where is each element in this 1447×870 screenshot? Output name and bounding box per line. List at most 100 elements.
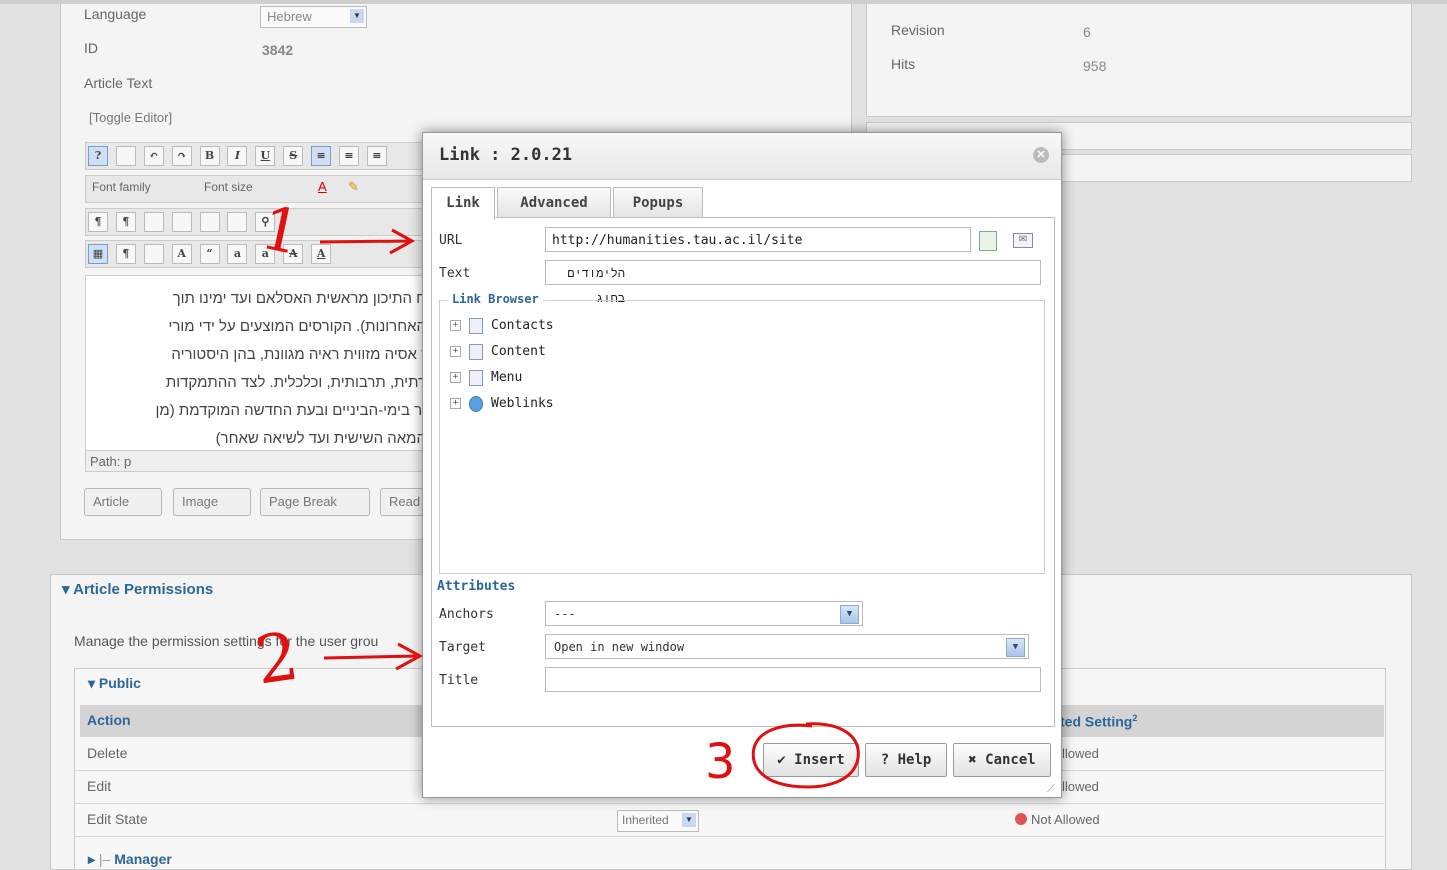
table-row [74, 803, 1384, 837]
expand-icon[interactable]: + [450, 346, 461, 357]
help-icon[interactable]: ? [88, 146, 108, 166]
annotation-circle [751, 722, 860, 789]
help-label: Help [897, 752, 932, 768]
style-icon[interactable]: A [171, 244, 192, 264]
editor-line-6: המאה השישית ועד לשיאה שאחר) [215, 430, 426, 447]
template-icon[interactable] [199, 212, 220, 232]
align-right-icon[interactable]: ≡ [366, 146, 387, 166]
cancel-button[interactable]: ✖ Cancel [953, 743, 1051, 777]
cite-icon[interactable]: “ [199, 244, 220, 264]
align-center-icon[interactable]: ≡ [339, 146, 360, 166]
new-doc-icon[interactable] [115, 146, 136, 166]
editor-line-3: ז אסיה מזווית ראיה מגוונת, בהן היסטוריה [171, 346, 426, 363]
contacts-icon [469, 317, 483, 334]
abbr-icon[interactable]: a [227, 244, 248, 264]
editor-body[interactable]: ח התיכון מראשית האסלאם ועד ימינו תוך האח… [85, 275, 427, 452]
attributes-label: Attributes [437, 579, 516, 594]
target-value: Open in new window [554, 640, 685, 654]
toggle-editor-link[interactable]: [Toggle Editor] [89, 110, 172, 125]
anchors-select[interactable]: --- ▼ [545, 601, 863, 626]
weblinks-icon [469, 395, 483, 412]
highlight-icon[interactable]: ✎ [348, 179, 359, 195]
tab-link[interactable]: Link [431, 187, 495, 220]
calc-delete: llowed [1062, 746, 1099, 761]
tab-popups[interactable]: Popups [613, 187, 703, 218]
tree-item-contacts[interactable]: + Contacts [450, 315, 554, 337]
public-toggle[interactable]: ▾ Public [88, 675, 141, 692]
anchors-label: Anchors [439, 607, 494, 622]
calculated-setting-header: ted Setting2 [1060, 713, 1137, 730]
calculated-setting-footnote: 2 [1132, 713, 1138, 723]
undo-icon[interactable]: ↶ [143, 146, 164, 166]
rtl-icon[interactable]: ¶ [115, 212, 136, 232]
edit-state-select-value: Inherited [622, 813, 669, 827]
id-label: ID [84, 40, 98, 56]
url-field[interactable]: http://humanities.tau.ac.il/site [545, 227, 971, 252]
image-icon[interactable] [143, 212, 164, 232]
article-info-panel [866, 0, 1412, 117]
tree-item-menu[interactable]: + Menu [450, 367, 522, 389]
ltr-icon[interactable]: ¶ [88, 212, 108, 232]
dialog-title: Link : 2.0.21 [439, 145, 573, 165]
annotation-arrow-2 [323, 642, 424, 671]
title-label: Title [439, 673, 479, 688]
page-break-button[interactable]: Page Break [260, 488, 370, 516]
expand-icon[interactable]: + [450, 398, 461, 409]
chevron-down-icon: ▼ [350, 9, 364, 23]
align-left-icon[interactable]: ≡ [311, 146, 332, 166]
tab-advanced[interactable]: Advanced [497, 187, 611, 218]
edit-state-select[interactable]: Inherited ▼ [617, 810, 699, 832]
close-icon[interactable]: ✕ [1033, 147, 1049, 163]
target-select[interactable]: Open in new window ▼ [545, 634, 1029, 659]
chevron-down-icon: ▼ [1006, 638, 1025, 657]
text-field[interactable]: הלימודים בחוג [545, 260, 1041, 305]
expand-icon[interactable]: + [450, 320, 461, 331]
editor-path-bar: Path: p [85, 450, 425, 472]
title-field[interactable] [545, 667, 1041, 692]
strikethrough-icon[interactable]: S [283, 146, 304, 166]
browse-file-icon[interactable] [979, 231, 997, 251]
font-family-select[interactable]: Font family [92, 180, 192, 198]
action-edit: Edit [87, 778, 112, 794]
manager-toggle[interactable]: ▸ |– Manager [88, 851, 172, 868]
target-label: Target [439, 640, 486, 655]
help-button[interactable]: ? Help [865, 743, 947, 777]
media-icon[interactable] [171, 212, 192, 232]
anchors-value: --- [554, 607, 576, 621]
underline-icon[interactable]: U [255, 146, 276, 166]
redo-icon[interactable]: ↷ [171, 146, 192, 166]
article-button[interactable]: Article [84, 488, 162, 516]
permissions-title-text: Article Permissions [73, 581, 214, 598]
font-color-icon[interactable]: A [318, 179, 327, 194]
calculated-setting-header-text: ted Setting [1060, 713, 1133, 730]
table-icon[interactable]: ▦ [88, 244, 108, 264]
image-button[interactable]: Image [173, 488, 251, 516]
font-size-select[interactable]: Font size [204, 180, 304, 198]
bold-icon[interactable]: B [199, 146, 220, 166]
url-label: URL [439, 233, 463, 248]
editor-toolbar-1: ? ↶ ↷ B I U S ≡ ≡ ≡ [85, 142, 427, 170]
revision-label: Revision [891, 22, 945, 38]
italic-icon[interactable]: I [227, 146, 248, 166]
expand-icon[interactable]: + [450, 372, 461, 383]
revision-value: 6 [1083, 24, 1091, 40]
permissions-title[interactable]: ▾ Article Permissions [62, 580, 213, 598]
id-value: 3842 [262, 42, 294, 58]
public-label: Public [98, 675, 141, 691]
dialog-header[interactable]: Link : 2.0.21 ✕ [423, 133, 1061, 180]
language-value: Hebrew [267, 9, 312, 24]
manager-label: Manager [114, 851, 172, 867]
visual-chars-icon[interactable]: ¶ [115, 244, 136, 264]
content-icon [469, 343, 483, 360]
language-select[interactable]: Hebrew ▼ [260, 6, 367, 28]
calc-edit: llowed [1062, 779, 1099, 794]
email-icon[interactable]: ✉ [1013, 233, 1033, 248]
nonbreaking-icon[interactable] [143, 244, 164, 264]
tree-item-menu-label: Menu [491, 370, 523, 385]
link-browser-legend: Link Browser [448, 292, 543, 306]
tree-item-weblinks[interactable]: + Weblinks [450, 393, 554, 415]
action-header: Action [87, 712, 131, 728]
resize-handle[interactable]: ⟋ [1047, 783, 1059, 795]
print-icon[interactable] [227, 212, 248, 232]
tree-item-content[interactable]: + Content [450, 341, 546, 363]
